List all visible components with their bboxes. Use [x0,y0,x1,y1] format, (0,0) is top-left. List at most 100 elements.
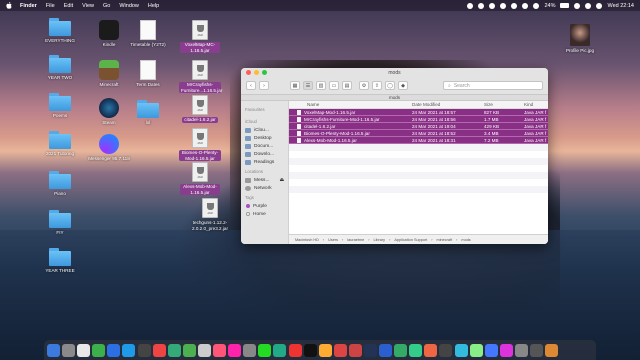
dropbox-icon[interactable]: ◆ [398,81,408,90]
sidebar-item-network[interactable]: Network [245,184,284,192]
desktop-app[interactable]: Kindle [89,20,129,48]
desktop-app[interactable]: Minecraft [89,60,129,88]
dock-app-icon[interactable] [409,343,423,357]
desktop-folder[interactable]: EVERYTHING [40,18,80,44]
dock-app-icon[interactable] [499,343,513,357]
status-app-icon[interactable] [489,2,496,9]
status-app-icon[interactable] [500,2,507,9]
path-segment[interactable]: lauraetme [347,238,364,242]
list-view-button[interactable]: ☰ [303,81,313,90]
share-icon[interactable]: ⇪ [372,81,382,90]
desktop-image-file[interactable]: Profile Pic.jpg [560,24,600,54]
file-row[interactable]: citadel-1.6.2.jar 24 Mar 2021 at 19:04 4… [289,123,548,130]
desktop-folder[interactable]: Poems [40,93,80,119]
column-header-kind[interactable]: Kind [524,102,548,107]
menu-finder[interactable]: Finder [20,3,37,9]
sidebar-item-desktop[interactable]: Desktop [245,134,284,142]
tag-icon[interactable]: ◯ [385,81,395,90]
search-icon[interactable] [574,2,581,9]
dock-app-icon[interactable] [137,343,151,357]
airplay-icon[interactable] [522,2,529,9]
path-segment[interactable]: minecraft [437,238,453,242]
desktop-jar-file[interactable]: Alexs-Mob-Mod-1.16.5.jar [180,162,220,195]
action-gear-icon[interactable]: ⚙ [359,81,369,90]
desktop-folder[interactable]: Piano [40,171,80,197]
menu-view[interactable]: View [82,3,94,9]
path-segment[interactable]: Application Support [394,238,427,242]
icon-view-button[interactable]: ▦ [290,81,300,90]
desktop-folder[interactable]: lol [128,100,168,126]
path-segment[interactable]: Macintosh HD [295,238,319,242]
menu-help[interactable]: Help [148,3,159,9]
desktop-app[interactable]: Messenger 95.7.118 [88,134,130,162]
menu-go[interactable]: Go [103,3,110,9]
desktop-app[interactable]: Steam [89,98,129,126]
dock-app-icon[interactable] [303,343,317,357]
eject-icon[interactable]: ⏏ [279,178,284,183]
dock-app-icon[interactable] [122,343,136,357]
desktop-document[interactable]: Timetable (Y2T2) [128,20,168,48]
dock-app-icon[interactable] [484,343,498,357]
menu-window[interactable]: Window [119,3,139,9]
sidebar-item-icloud-drive[interactable]: iClou... [245,126,284,134]
dock-app-icon[interactable] [228,343,242,357]
dock-app-icon[interactable] [243,343,257,357]
file-row[interactable]: Alexs-Mob-Mod-1.16.5.jar 24 Mar 2021 at … [289,137,548,144]
wifi-icon[interactable] [533,2,540,9]
sidebar-item-documents[interactable]: Docum... [245,142,284,150]
status-app-icon[interactable] [478,2,485,9]
dock-app-icon[interactable] [394,343,408,357]
group-button[interactable]: ▤ [342,81,352,90]
sidebar-item-tag-purple[interactable]: Purple [245,202,284,210]
desktop-jar-file[interactable]: Biomes-O-Plenty-Mod-1.16.5.jar [179,128,221,161]
path-segment[interactable]: Users [328,238,338,242]
dock-app-icon[interactable] [273,343,287,357]
search-input[interactable]: ⌕ Search [443,81,543,90]
dock-app-icon[interactable] [213,343,227,357]
desktop-folder[interactable]: FIY [40,210,80,236]
dock-app-icon[interactable] [258,343,272,357]
control-center-icon[interactable] [585,2,592,9]
desktop-jar-file[interactable]: MrCrayfishs-Furniture...1.16.5.jar [179,60,222,93]
sidebar-item-macintosh[interactable]: Mess... ⏏ [245,176,284,184]
dock-app-icon[interactable] [348,343,362,357]
clock[interactable]: Wed 22:14 [607,3,634,9]
dock-app-icon[interactable] [47,343,60,357]
back-button[interactable]: ‹ [246,81,256,90]
desktop-jar-file[interactable]: VoxelMap-MC-1.16.5.jar [180,20,220,53]
gallery-view-button[interactable]: ▭ [329,81,339,90]
dock-app-icon[interactable] [77,343,91,357]
bluetooth-icon[interactable] [511,2,518,9]
dock-app-icon[interactable] [439,343,453,357]
battery-percent[interactable]: 24% [544,3,555,9]
dock-app-icon[interactable] [62,343,76,357]
dock-app-icon[interactable] [454,343,468,357]
dock-app-icon[interactable] [363,343,377,357]
status-app-icon[interactable] [467,2,474,9]
dock-app-icon[interactable] [167,343,181,357]
apple-icon[interactable] [6,2,12,9]
dock-app-icon[interactable] [288,343,302,357]
menu-edit[interactable]: Edit [64,3,73,9]
sidebar-item-tag-home[interactable]: Home [245,210,284,218]
dock-app-icon[interactable] [92,343,106,357]
file-row[interactable]: MrCrayfishs-Furniture-Mod-1.16.5.jar 24 … [289,116,548,123]
dock-app-icon[interactable] [514,343,528,357]
dock-app-icon[interactable] [530,343,543,357]
desktop-folder[interactable]: YEAR THREE [40,248,80,274]
column-header-size[interactable]: Size [484,102,524,107]
column-header-date[interactable]: Date Modified [412,102,484,107]
dock-app-icon[interactable] [424,343,438,357]
desktop-folder[interactable]: YEAR TWO [40,55,80,81]
column-header-name[interactable]: Name [289,102,412,107]
dock-app-icon[interactable] [318,343,332,357]
file-row[interactable]: Biomes-O-Plenty-Mod-1.16.5.jar 24 Mar 20… [289,130,548,137]
desktop-jar-file[interactable]: techguns-1.12.2-2.0.2.0_pre3.2.jar [188,198,232,231]
battery-icon[interactable] [560,3,570,8]
menu-file[interactable]: File [46,3,55,9]
file-row[interactable]: VoxelMap-Mod-1.16.5.jar 24 Mar 2021 at 1… [289,109,548,116]
dock-app-icon[interactable] [197,343,211,357]
finder-window[interactable]: mods ‹ › ▦ ☰ ▥ ▭ ▤ ⚙ ⇪ ◯ ◆ ⌕ Search mods… [241,68,548,244]
column-view-button[interactable]: ▥ [316,81,326,90]
path-segment[interactable]: mods [461,238,470,242]
